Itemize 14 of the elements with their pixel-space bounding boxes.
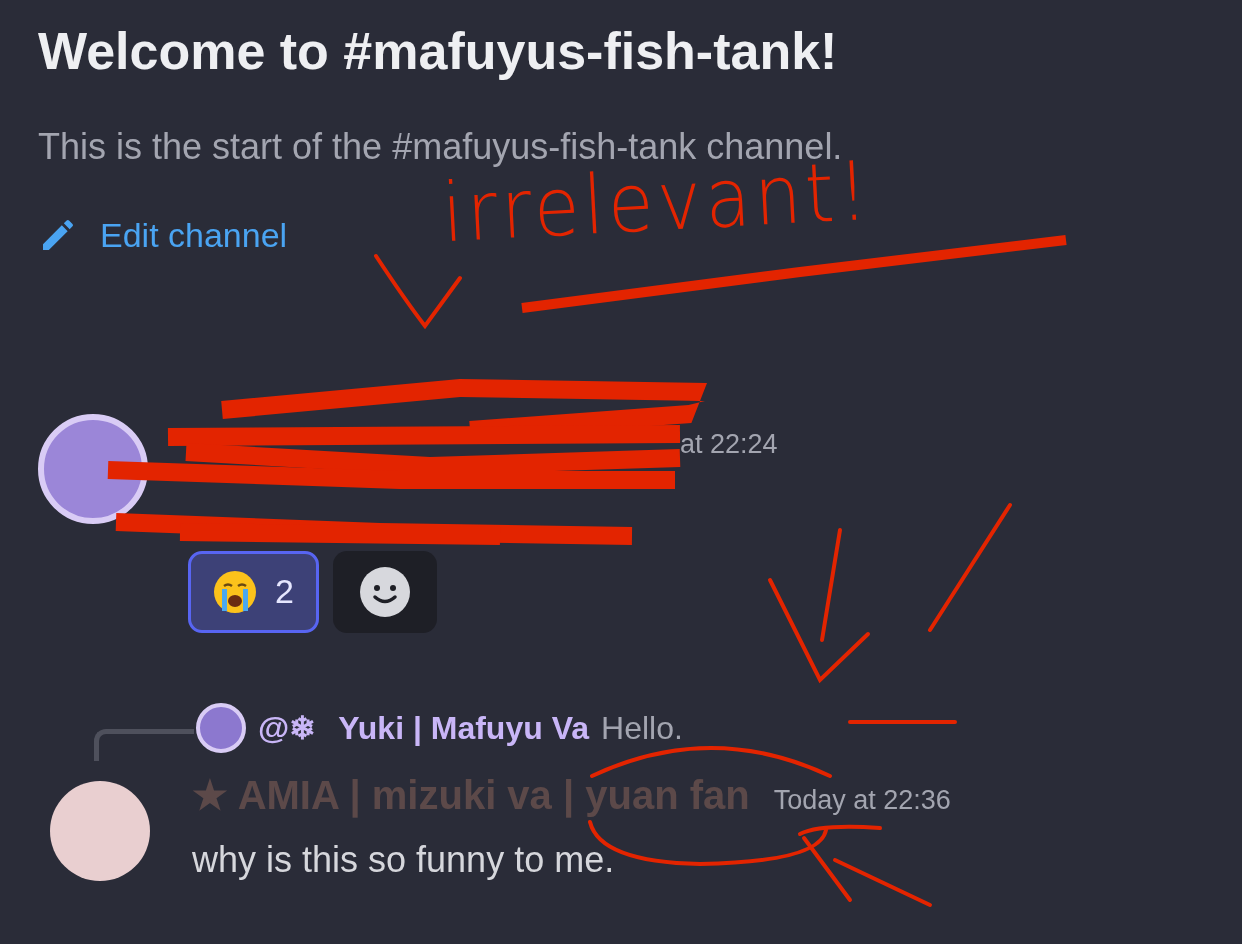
reply-mention[interactable]: @❄ <box>258 703 317 752</box>
add-reaction-button[interactable] <box>332 550 437 633</box>
reply-preview[interactable]: Hello. <box>601 703 683 752</box>
edit-channel-link[interactable]: Edit channel <box>38 209 288 261</box>
channel-title: Welcome to #mafuyus-fish-tank! <box>38 22 839 82</box>
reaction-button[interactable]: 2 <box>188 550 319 633</box>
reaction-count: 2 <box>275 571 294 613</box>
message-text: why is this so funny to me. <box>192 837 616 882</box>
smiley-icon <box>358 565 411 618</box>
avatar-placeholder <box>196 702 246 753</box>
message-timestamp: Today at 22:36 <box>773 783 951 817</box>
crying-face-icon <box>213 569 257 614</box>
reply-author[interactable]: Yuki | Mafuyu Va <box>338 703 589 752</box>
message-timestamp: at 22:24 <box>680 429 778 460</box>
